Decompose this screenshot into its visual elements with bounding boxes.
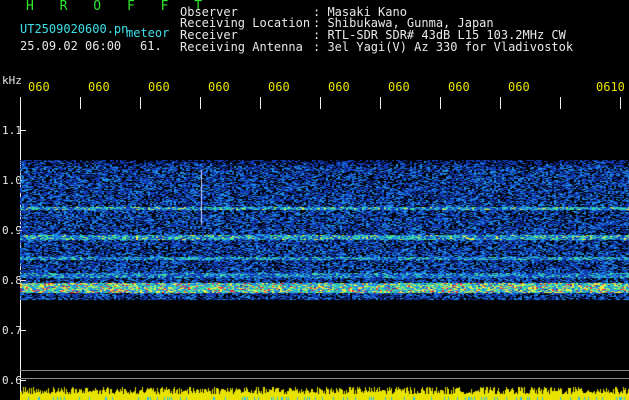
x-tick-label: 060	[88, 80, 110, 94]
x-tick-label: 060	[28, 80, 50, 94]
y-tick-label: 0.8	[2, 274, 22, 287]
y-tick-label: 1.1	[2, 124, 22, 137]
x-tick-label: 060	[208, 80, 230, 94]
antenna-label: Receiving Antenna	[180, 40, 303, 54]
image-filename: UT2509020600.pn	[20, 22, 129, 36]
x-tick-label: 060	[448, 80, 470, 94]
x-tick-label: 060	[508, 80, 530, 94]
x-tick-label: 060	[388, 80, 410, 94]
x-tick-label: 060	[268, 80, 290, 94]
x-tick-label: 0610	[596, 80, 625, 94]
antenna-value: : 3el Yagi(V) Az 330 for Vladivostok	[313, 40, 574, 54]
detection-count: 61.	[140, 39, 162, 53]
observation-mode: meteor	[126, 26, 170, 40]
y-tick-label: 1.0	[2, 174, 22, 187]
y-tick-label: 0.9	[2, 224, 22, 237]
x-tick-label: 060	[328, 80, 350, 94]
x-tick-label: 060	[148, 80, 170, 94]
waterfall-spectrogram	[20, 160, 629, 400]
y-tick-label: 0.6	[2, 374, 22, 387]
observation-datetime: 25.09.02 06:00	[20, 39, 122, 53]
y-tick-label: 0.7	[2, 324, 22, 337]
y-axis-unit: kHz	[2, 74, 22, 87]
